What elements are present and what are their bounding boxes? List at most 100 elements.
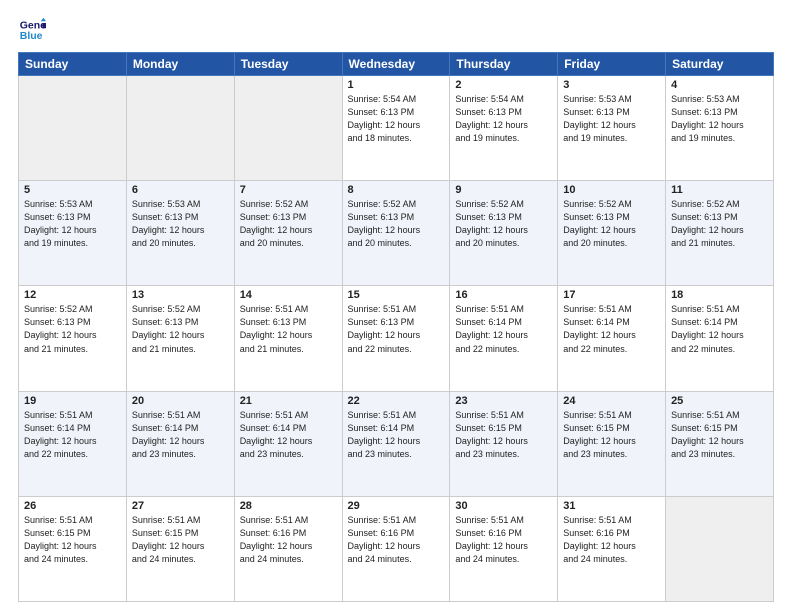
day-info: Sunrise: 5:51 AM Sunset: 6:14 PM Dayligh… [563,303,660,355]
day-info: Sunrise: 5:51 AM Sunset: 6:15 PM Dayligh… [132,514,229,566]
calendar-day-cell: 11Sunrise: 5:52 AM Sunset: 6:13 PM Dayli… [666,181,774,286]
day-number: 29 [348,500,445,512]
day-info: Sunrise: 5:52 AM Sunset: 6:13 PM Dayligh… [455,198,552,250]
day-number: 31 [563,500,660,512]
day-info: Sunrise: 5:54 AM Sunset: 6:13 PM Dayligh… [348,93,445,145]
calendar-day-cell: 8 Sunrise: 5:52 AM Sunset: 6:13 PM Daylig… [342,181,450,286]
day-info: Sunrise: 5:52 AM Sunset: 6:13 PM Dayligh… [240,198,337,250]
day-info: Sunrise: 5:51 AM Sunset: 6:16 PM Dayligh… [240,514,337,566]
calendar-day-cell: 2Sunrise: 5:54 AM Sunset: 6:13 PM Daylig… [450,76,558,181]
calendar-day-cell: 14 Sunrise: 5:51 AM Sunset: 6:13 PM Dayli… [234,286,342,391]
day-info: Sunrise: 5:52 AM Sunset: 6:13 PM Dayligh… [671,198,768,250]
calendar-week-row: 1 Sunrise: 5:54 AM Sunset: 6:13 PM Daylig… [19,76,774,181]
day-number: 6 [132,184,229,196]
calendar-day-cell [19,76,127,181]
calendar-day-cell [234,76,342,181]
calendar-table: SundayMondayTuesdayWednesdayThursdayFrid… [18,52,774,602]
calendar-day-cell: 4Sunrise: 5:53 AM Sunset: 6:13 PM Daylig… [666,76,774,181]
day-info: Sunrise: 5:51 AM Sunset: 6:14 PM Dayligh… [132,409,229,461]
day-info: Sunrise: 5:52 AM Sunset: 6:13 PM Dayligh… [563,198,660,250]
day-number: 14 [240,289,337,301]
calendar-day-cell: 3 Sunrise: 5:53 AM Sunset: 6:13 PM Daylig… [558,76,666,181]
day-number: 10 [563,184,660,196]
calendar-day-cell: 18 Sunrise: 5:51 AM Sunset: 6:14 PM Dayli… [666,286,774,391]
day-info: Sunrise: 5:51 AM Sunset: 6:14 PM Dayligh… [24,409,121,461]
calendar-day-cell: 25 Sunrise: 5:51 AM Sunset: 6:15 PM Dayli… [666,391,774,496]
day-number: 13 [132,289,229,301]
day-number: 2 [455,79,552,91]
day-number: 27 [132,500,229,512]
day-number: 19 [24,395,121,407]
calendar-day-cell: 24Sunrise: 5:51 AM Sunset: 6:15 PM Dayli… [558,391,666,496]
page: General Blue SundayMondayTuesdayWednesda… [0,0,792,612]
day-info: Sunrise: 5:52 AM Sunset: 6:13 PM Dayligh… [24,303,121,355]
day-info: Sunrise: 5:51 AM Sunset: 6:16 PM Dayligh… [455,514,552,566]
day-info: Sunrise: 5:52 AM Sunset: 6:13 PM Dayligh… [348,198,445,250]
calendar-day-cell: 17 Sunrise: 5:51 AM Sunset: 6:14 PM Dayli… [558,286,666,391]
weekday-header: Friday [558,53,666,76]
calendar-day-cell [666,496,774,601]
day-info: Sunrise: 5:53 AM Sunset: 6:13 PM Dayligh… [132,198,229,250]
day-info: Sunrise: 5:51 AM Sunset: 6:16 PM Dayligh… [563,514,660,566]
day-info: Sunrise: 5:53 AM Sunset: 6:13 PM Dayligh… [24,198,121,250]
day-info: Sunrise: 5:51 AM Sunset: 6:15 PM Dayligh… [671,409,768,461]
day-info: Sunrise: 5:51 AM Sunset: 6:14 PM Dayligh… [348,409,445,461]
calendar-day-cell: 23Sunrise: 5:51 AM Sunset: 6:15 PM Dayli… [450,391,558,496]
calendar-day-cell: 6 Sunrise: 5:53 AM Sunset: 6:13 PM Daylig… [126,181,234,286]
day-number: 1 [348,79,445,91]
calendar-day-cell: 9 Sunrise: 5:52 AM Sunset: 6:13 PM Daylig… [450,181,558,286]
calendar-day-cell: 1 Sunrise: 5:54 AM Sunset: 6:13 PM Daylig… [342,76,450,181]
day-number: 4 [671,79,768,91]
calendar-day-cell: 16 Sunrise: 5:51 AM Sunset: 6:14 PM Dayli… [450,286,558,391]
weekday-header: Monday [126,53,234,76]
day-number: 16 [455,289,552,301]
calendar-day-cell: 13 Sunrise: 5:52 AM Sunset: 6:13 PM Dayli… [126,286,234,391]
weekday-header: Sunday [19,53,127,76]
day-info: Sunrise: 5:51 AM Sunset: 6:14 PM Dayligh… [455,303,552,355]
calendar-day-cell: 21Sunrise: 5:51 AM Sunset: 6:14 PM Dayli… [234,391,342,496]
day-number: 23 [455,395,552,407]
calendar-day-cell: 12 Sunrise: 5:52 AM Sunset: 6:13 PM Dayli… [19,286,127,391]
day-info: Sunrise: 5:51 AM Sunset: 6:14 PM Dayligh… [671,303,768,355]
day-info: Sunrise: 5:51 AM Sunset: 6:13 PM Dayligh… [348,303,445,355]
calendar-day-cell: 19 Sunrise: 5:51 AM Sunset: 6:14 PM Dayli… [19,391,127,496]
day-number: 3 [563,79,660,91]
header: General Blue [18,16,774,44]
calendar-header-row: SundayMondayTuesdayWednesdayThursdayFrid… [19,53,774,76]
day-number: 22 [348,395,445,407]
day-number: 25 [671,395,768,407]
calendar-week-row: 5 Sunrise: 5:53 AM Sunset: 6:13 PM Daylig… [19,181,774,286]
calendar-day-cell: 27 Sunrise: 5:51 AM Sunset: 6:15 PM Dayli… [126,496,234,601]
day-number: 12 [24,289,121,301]
logo: General Blue [18,16,50,44]
calendar-day-cell [126,76,234,181]
day-number: 9 [455,184,552,196]
calendar-day-cell: 20 Sunrise: 5:51 AM Sunset: 6:14 PM Dayli… [126,391,234,496]
day-number: 30 [455,500,552,512]
day-info: Sunrise: 5:51 AM Sunset: 6:13 PM Dayligh… [240,303,337,355]
calendar-day-cell: 30 Sunrise: 5:51 AM Sunset: 6:16 PM Dayli… [450,496,558,601]
day-number: 20 [132,395,229,407]
day-info: Sunrise: 5:51 AM Sunset: 6:16 PM Dayligh… [348,514,445,566]
calendar-week-row: 12 Sunrise: 5:52 AM Sunset: 6:13 PM Dayli… [19,286,774,391]
calendar-week-row: 26 Sunrise: 5:51 AM Sunset: 6:15 PM Dayli… [19,496,774,601]
calendar-day-cell: 10 Sunrise: 5:52 AM Sunset: 6:13 PM Dayli… [558,181,666,286]
day-number: 5 [24,184,121,196]
day-info: Sunrise: 5:53 AM Sunset: 6:13 PM Dayligh… [563,93,660,145]
weekday-header: Wednesday [342,53,450,76]
day-number: 18 [671,289,768,301]
day-number: 8 [348,184,445,196]
day-number: 21 [240,395,337,407]
calendar-week-row: 19 Sunrise: 5:51 AM Sunset: 6:14 PM Dayli… [19,391,774,496]
calendar-day-cell: 28Sunrise: 5:51 AM Sunset: 6:16 PM Dayli… [234,496,342,601]
logo-icon: General Blue [18,16,46,44]
calendar-day-cell: 26Sunrise: 5:51 AM Sunset: 6:15 PM Dayli… [19,496,127,601]
weekday-header: Tuesday [234,53,342,76]
calendar-day-cell: 7Sunrise: 5:52 AM Sunset: 6:13 PM Daylig… [234,181,342,286]
day-number: 26 [24,500,121,512]
day-number: 24 [563,395,660,407]
svg-text:Blue: Blue [20,30,43,42]
day-number: 17 [563,289,660,301]
day-info: Sunrise: 5:52 AM Sunset: 6:13 PM Dayligh… [132,303,229,355]
calendar-day-cell: 31 Sunrise: 5:51 AM Sunset: 6:16 PM Dayli… [558,496,666,601]
